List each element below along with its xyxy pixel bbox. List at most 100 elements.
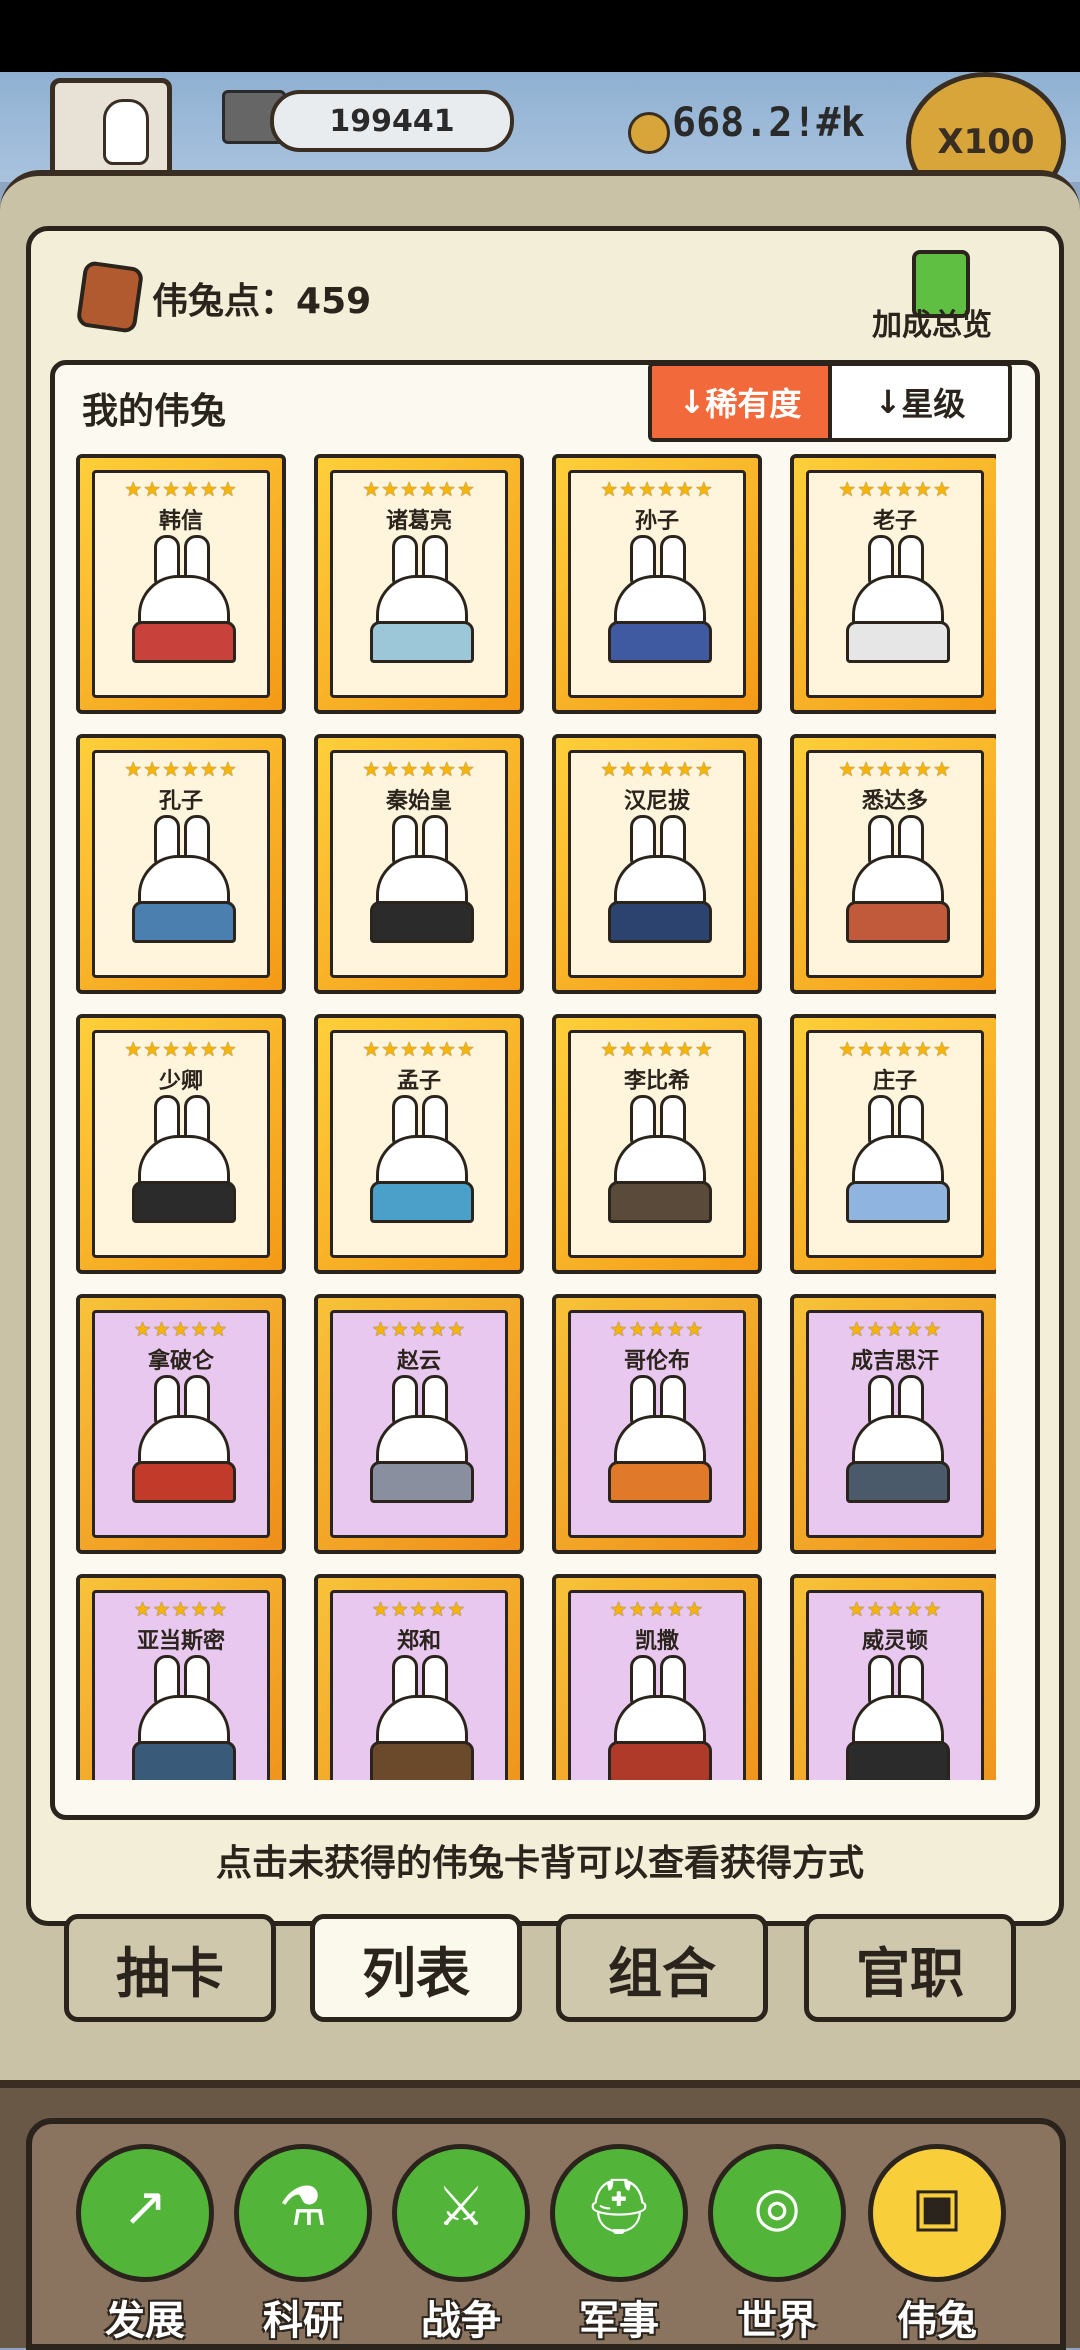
nav-item-4[interactable]: ◎ 世界	[702, 2144, 852, 2344]
card-stars: ★★★★★★	[838, 477, 952, 501]
card-name: 孔子	[158, 789, 203, 814]
card-face: ★★★★★ 赵云	[330, 1310, 508, 1538]
card-stars: ★★★★★★	[124, 757, 238, 781]
card-stars: ★★★★★	[133, 1317, 229, 1341]
card-face: ★★★★★★ 孔子	[92, 750, 270, 978]
card-name: 威灵顿	[861, 1629, 928, 1654]
card-stars: ★★★★★★	[838, 757, 952, 781]
card-face: ★★★★★★ 诸葛亮	[330, 470, 508, 698]
bunny-card[interactable]: ★★★★★★ 孟子	[314, 1014, 524, 1274]
card-name: 少卿	[158, 1069, 203, 1094]
card-stars: ★★★★★★	[362, 757, 476, 781]
bunny-card[interactable]: ★★★★★★ 李比希	[552, 1014, 762, 1274]
growth-arrow-icon: ↗	[76, 2144, 214, 2282]
card-name: 汉尼拔	[623, 789, 690, 814]
tab-2[interactable]: 组合	[556, 1914, 768, 2022]
card-name: 孟子	[396, 1069, 441, 1094]
card-grid: ★★★★★★ 韩信 ★★★★★★ 诸葛亮 ★★★★★★ 孙子 ★★★★★★ 老子 ★★★★★★ 孔…	[76, 454, 996, 1780]
status-bar	[0, 0, 1080, 72]
card-face: ★★★★★★ 李比希	[568, 1030, 746, 1258]
flask-icon: ⚗	[234, 2144, 372, 2282]
card-stars: ★★★★★★	[124, 1037, 238, 1061]
nav-item-2[interactable]: ⚔ 战争	[386, 2144, 536, 2344]
sort-rarity-button[interactable]: ↓ 稀有度	[652, 366, 828, 438]
bunny-illustration	[126, 535, 236, 663]
card-stars: ★★★★★	[609, 1597, 705, 1621]
bunny-card[interactable]: ★★★★★★ 秦始皇	[314, 734, 524, 994]
bunny-illustration	[126, 1375, 236, 1503]
card-name: 老子	[872, 509, 917, 534]
bunny-card[interactable]: ★★★★★★ 庄子	[790, 1014, 996, 1274]
sort-star-button[interactable]: ↓ 星级	[828, 366, 1008, 438]
card-name: 哥伦布	[623, 1349, 690, 1374]
card-face: ★★★★★ 成吉思汗	[806, 1310, 984, 1538]
bunny-card[interactable]: ★★★★★ 拿破仑	[76, 1294, 286, 1554]
card-stars: ★★★★★★	[600, 757, 714, 781]
bunny-illustration	[840, 1375, 950, 1503]
nav-item-3[interactable]: ⛑ 军事	[544, 2144, 694, 2344]
bunny-illustration	[602, 1375, 712, 1503]
card-name: 成吉思汗	[850, 1349, 939, 1374]
bunny-card[interactable]: ★★★★★ 赵云	[314, 1294, 524, 1554]
bunny-illustration	[840, 1655, 950, 1780]
bunny-card[interactable]: ★★★★★★ 孔子	[76, 734, 286, 994]
card-stars: ★★★★★	[609, 1317, 705, 1341]
card-face: ★★★★★★ 庄子	[806, 1030, 984, 1258]
bunny-illustration	[602, 535, 712, 663]
card-name: 诸葛亮	[385, 509, 452, 534]
bunny-illustration	[840, 1095, 950, 1223]
bonus-overview-button[interactable]: 加成总览	[872, 300, 992, 344]
card-stars: ★★★★★	[371, 1597, 467, 1621]
tab-0[interactable]: 抽卡	[64, 1914, 276, 2022]
card-name: 拿破仑	[147, 1349, 214, 1374]
bunny-card[interactable]: ★★★★★ 亚当斯密	[76, 1574, 286, 1780]
bunny-card[interactable]: ★★★★★★ 诸葛亮	[314, 454, 524, 714]
card-name: 秦始皇	[385, 789, 452, 814]
bunny-card[interactable]: ★★★★★★ 韩信	[76, 454, 286, 714]
bunny-card[interactable]: ★★★★★★ 汉尼拔	[552, 734, 762, 994]
bunny-illustration	[840, 815, 950, 943]
bunny-card[interactable]: ★★★★★★ 悉达多	[790, 734, 996, 994]
bunny-card[interactable]: ★★★★★★ 老子	[790, 454, 996, 714]
card-name: 孙子	[634, 509, 679, 534]
sort-controls: ↓ 稀有度 ↓ 星级	[648, 362, 1012, 442]
card-stars: ★★★★★	[371, 1317, 467, 1341]
bunny-illustration	[126, 1095, 236, 1223]
card-stars: ★★★★★★	[600, 477, 714, 501]
bunny-card[interactable]: ★★★★★ 成吉思汗	[790, 1294, 996, 1554]
bunny-illustration	[602, 1095, 712, 1223]
points-value: 459	[296, 281, 372, 322]
gold-value: 668.2!#k	[672, 100, 865, 146]
nav-item-5[interactable]: ▣ 伟兔	[862, 2144, 1012, 2344]
coins-value: 199441	[329, 103, 455, 139]
bunny-portrait-icon: ▣	[868, 2144, 1006, 2282]
bunny-illustration	[364, 535, 474, 663]
bunny-card[interactable]: ★★★★★ 凯撒	[552, 1574, 762, 1780]
nav-label: 科研	[263, 2298, 343, 2344]
card-stars: ★★★★★	[847, 1597, 943, 1621]
card-face: ★★★★★ 哥伦布	[568, 1310, 746, 1538]
nav-label: 伟兔	[897, 2298, 977, 2344]
bunny-illustration	[602, 815, 712, 943]
tab-bar: 抽卡 列表 组合 官职	[64, 1914, 1018, 2024]
bunny-illustration	[364, 815, 474, 943]
bunny-illustration	[126, 815, 236, 943]
nav-item-1[interactable]: ⚗ 科研	[228, 2144, 378, 2344]
bunny-card[interactable]: ★★★★★ 威灵顿	[790, 1574, 996, 1780]
card-face: ★★★★★ 亚当斯密	[92, 1590, 270, 1780]
card-face: ★★★★★ 凯撒	[568, 1590, 746, 1780]
bunny-card[interactable]: ★★★★★ 郑和	[314, 1574, 524, 1780]
card-face: ★★★★★ 拿破仑	[92, 1310, 270, 1538]
card-stars: ★★★★★★	[124, 477, 238, 501]
card-stars: ★★★★★★	[600, 1037, 714, 1061]
bunny-card[interactable]: ★★★★★★ 孙子	[552, 454, 762, 714]
bunny-illustration	[364, 1095, 474, 1223]
tab-1[interactable]: 列表	[310, 1914, 522, 2022]
sort-rarity-label: 稀有度	[705, 385, 802, 423]
card-name: 悉达多	[861, 789, 928, 814]
bunny-card[interactable]: ★★★★★ 哥伦布	[552, 1294, 762, 1554]
bunny-illustration	[602, 1655, 712, 1780]
nav-item-0[interactable]: ↗ 发展	[70, 2144, 220, 2344]
bunny-card[interactable]: ★★★★★★ 少卿	[76, 1014, 286, 1274]
tab-3[interactable]: 官职	[804, 1914, 1016, 2022]
